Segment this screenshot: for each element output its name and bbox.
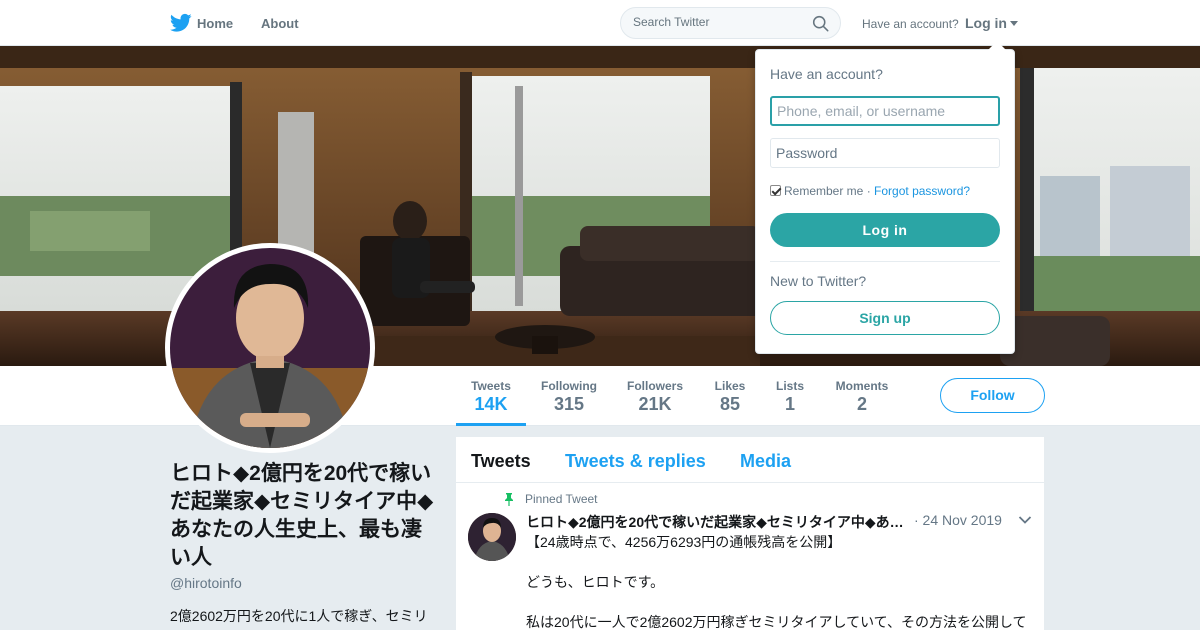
chevron-down-icon — [1010, 21, 1018, 26]
pin-icon — [505, 493, 513, 506]
password-field[interactable] — [770, 138, 1000, 168]
stat-tweets[interactable]: Tweets 14K — [456, 366, 526, 426]
remember-me-label[interactable]: Remember me — [784, 184, 863, 198]
tweet-text-line: 【24歳時点で、4256万6293円の通帳残高を公開】 — [526, 534, 842, 550]
stat-value: 315 — [553, 394, 585, 414]
stat-value: 2 — [856, 394, 867, 414]
tweet-date[interactable]: · 24 Nov 2019 — [914, 512, 1002, 528]
login-dropdown: Have an account? Remember me · Forgot pa… — [755, 41, 1015, 354]
stat-label: Lists — [775, 379, 804, 393]
username-field[interactable] — [770, 96, 1000, 126]
stat-label: Moments — [835, 379, 889, 393]
stat-followers[interactable]: Followers 21K — [622, 366, 688, 426]
pinned-tweet-label: Pinned Tweet — [525, 492, 598, 506]
profile-name: ヒロト◆2億円を20代で稼いだ起業家◆セミリタイア中◆あなたの人生史上、最も凄い… — [170, 462, 434, 569]
search-icon[interactable] — [812, 15, 829, 32]
avatar-image — [170, 248, 370, 448]
stat-label: Followers — [626, 379, 683, 393]
timeline: Tweets Tweets & replies Media Pinned Twe… — [456, 437, 1044, 630]
stat-label: Tweets — [471, 379, 511, 393]
divider — [770, 261, 1000, 262]
nav-home-link[interactable]: Home — [197, 16, 233, 31]
remember-row: Remember me · Forgot password? — [770, 184, 970, 198]
dropdown-title: Have an account? — [770, 66, 883, 82]
profile-handle[interactable]: @hirotoinfo — [170, 575, 242, 591]
tweet-text-line: 私は20代に一人で2億2602万円稼ぎセミリタイアしていて、その方法を公開して — [526, 614, 1027, 630]
stat-label: Following — [541, 379, 597, 393]
search-input[interactable] — [633, 15, 803, 29]
stat-moments[interactable]: Moments 2 — [830, 366, 894, 426]
tab-media[interactable]: Media — [740, 451, 791, 472]
stat-lists[interactable]: Lists 1 — [770, 366, 810, 426]
tweet-author-name[interactable]: ヒロト◆2億円を20代で稼いだ起業家◆セミリタイア中◆あなたの人生史上、最も凄い… — [526, 512, 906, 532]
have-account-text: Have an account? — [862, 17, 959, 31]
remember-me-checkbox[interactable] — [770, 185, 781, 196]
profile-bio: 2億2602万円を20代に1人で稼ぎ、セミリ — [170, 608, 428, 624]
stat-likes[interactable]: Likes 85 — [708, 366, 752, 426]
forgot-password-link[interactable]: Forgot password? — [874, 184, 970, 198]
chevron-down-icon[interactable] — [1018, 515, 1032, 525]
twitter-bird-icon[interactable] — [170, 13, 192, 33]
timeline-tabs: Tweets Tweets & replies Media — [456, 437, 1044, 483]
stat-value: 1 — [784, 394, 795, 414]
new-to-twitter-text: New to Twitter? — [770, 273, 867, 289]
stat-value: 85 — [719, 394, 741, 414]
login-button[interactable]: Log in — [770, 213, 1000, 247]
stat-value: 14K — [474, 394, 508, 414]
stat-following[interactable]: Following 315 — [536, 366, 602, 426]
search-box — [620, 7, 841, 39]
separator-dot: · — [866, 184, 871, 198]
signup-button[interactable]: Sign up — [770, 301, 1000, 335]
tweet-avatar-image — [468, 513, 516, 561]
tab-tweets-replies[interactable]: Tweets & replies — [565, 451, 706, 472]
tweet-author-avatar[interactable] — [468, 513, 516, 561]
login-toggle-label: Log in — [965, 15, 1007, 31]
tab-tweets[interactable]: Tweets — [471, 451, 531, 472]
follow-button[interactable]: Follow — [940, 378, 1045, 413]
top-nav: Home About Have an account? Log in — [0, 0, 1200, 46]
tweet-text-line: どうも、ヒロトです。 — [526, 574, 665, 590]
stat-value: 21K — [638, 394, 672, 414]
dropdown-caret — [988, 41, 1006, 50]
login-dropdown-toggle[interactable]: Log in — [965, 15, 1018, 31]
stat-label: Likes — [714, 379, 746, 393]
nav-about-link[interactable]: About — [261, 16, 299, 31]
avatar[interactable] — [165, 243, 375, 453]
